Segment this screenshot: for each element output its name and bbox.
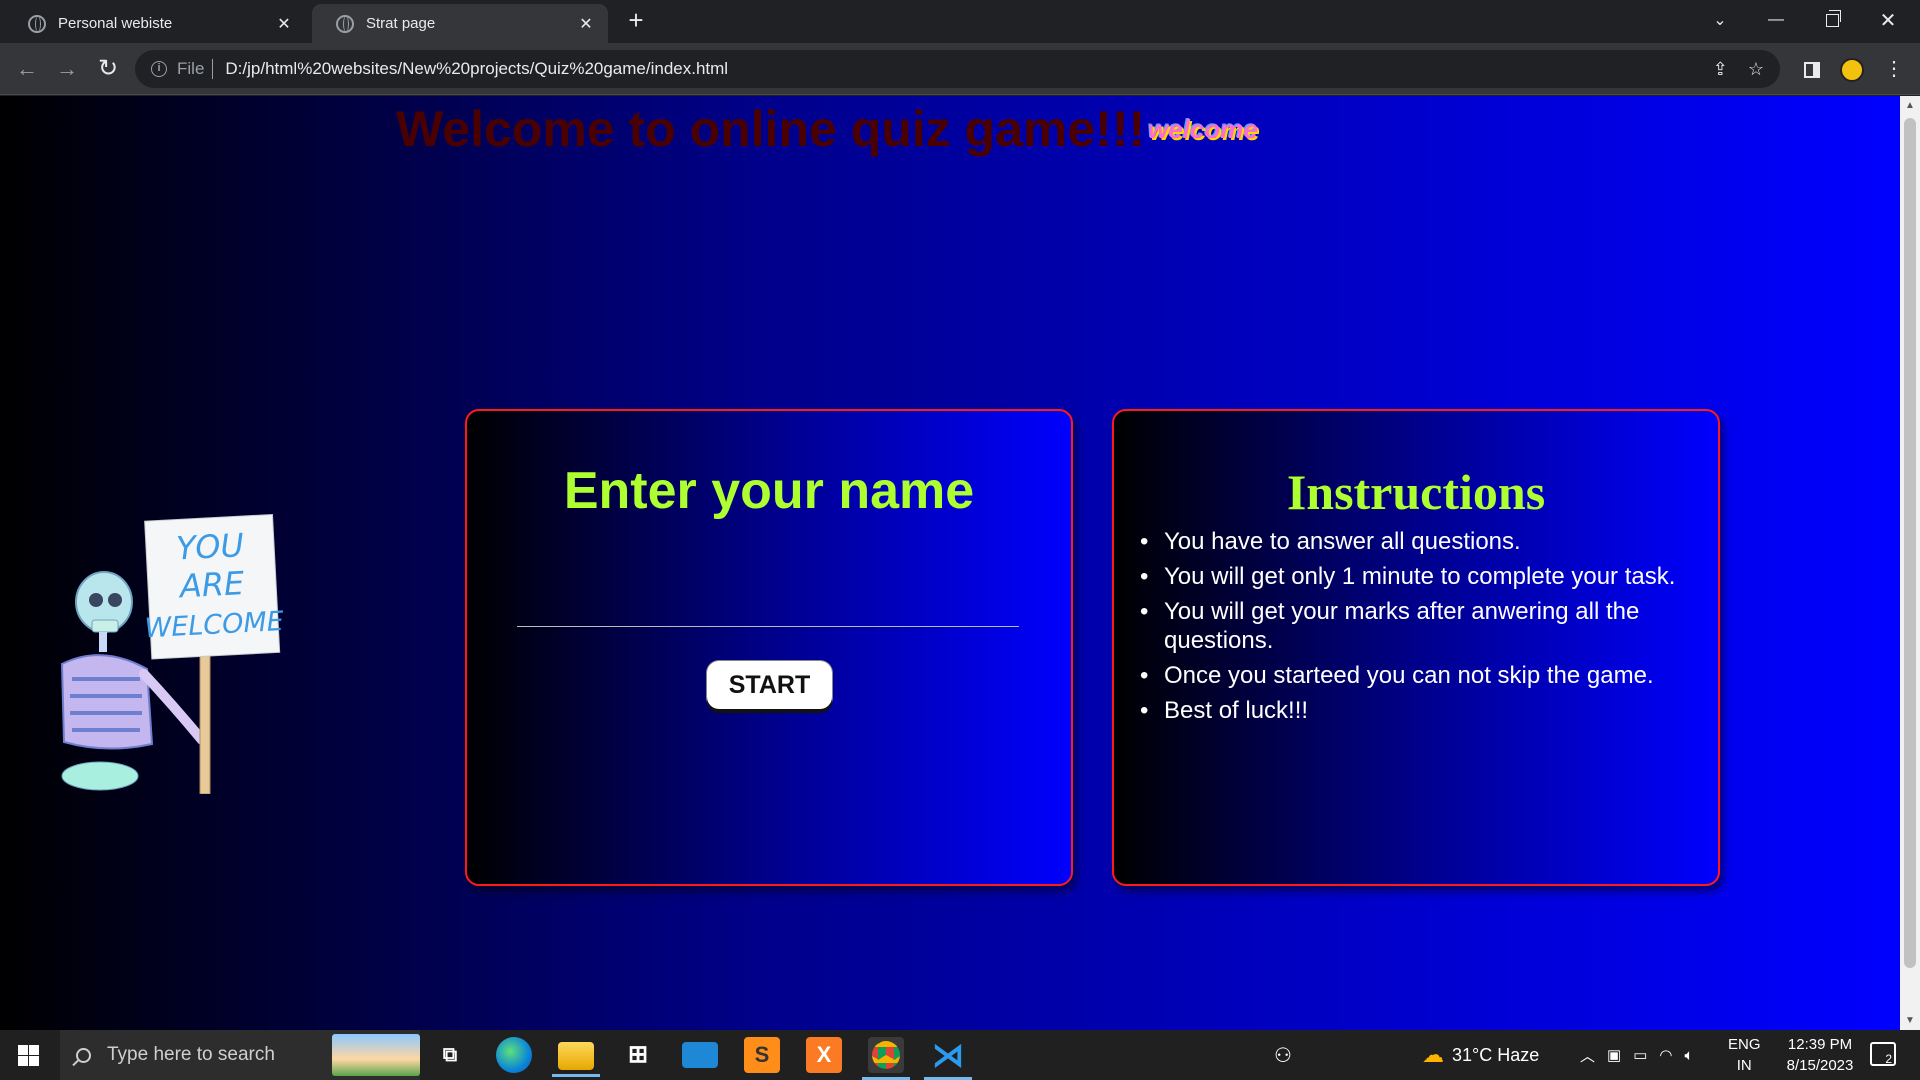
- windows-start-icon[interactable]: [18, 1045, 39, 1066]
- profile-avatar[interactable]: [1836, 53, 1868, 85]
- sublime-text-icon[interactable]: S: [744, 1037, 780, 1073]
- new-tab-button[interactable]: +: [622, 6, 650, 34]
- system-tray-icons: ︿ ▣ ▭ ◠ 🔈︎: [1580, 1030, 1694, 1080]
- name-input[interactable]: [517, 597, 1019, 627]
- battery-icon[interactable]: ▭: [1633, 1046, 1647, 1064]
- sign-line-1: YOU: [175, 526, 244, 567]
- search-placeholder: Type here to search: [107, 1044, 275, 1065]
- start-button[interactable]: START: [707, 661, 832, 709]
- tab-title: Personal webiste: [58, 15, 173, 32]
- file-explorer-icon[interactable]: [552, 1042, 600, 1077]
- name-entry-card: Enter your name START: [465, 409, 1073, 886]
- instruction-item: You will get only 1 minute to complete y…: [1140, 562, 1684, 591]
- vs-code-icon[interactable]: ⋊: [924, 1037, 972, 1080]
- forward-arrow-icon[interactable]: →: [51, 53, 83, 85]
- restore-button[interactable]: [1804, 0, 1860, 40]
- tab-title: Strat page: [366, 15, 436, 32]
- chrome-icon[interactable]: [862, 1037, 910, 1080]
- search-highlight-image: [332, 1034, 420, 1076]
- address-bar[interactable]: i File D:/jp/html%20websites/New%20proje…: [135, 50, 1780, 88]
- address-separator: [212, 59, 214, 79]
- browser-menu-icon[interactable]: ⋮: [1878, 53, 1910, 85]
- scroll-up-arrow-icon[interactable]: ▲: [1900, 100, 1920, 111]
- side-panel-icon: [1804, 61, 1820, 78]
- info-icon[interactable]: i: [151, 61, 167, 77]
- close-tab-icon[interactable]: ✕: [576, 14, 596, 34]
- page-scrollbar[interactable]: ▲ ▼: [1900, 96, 1920, 1030]
- xampp-icon[interactable]: X: [806, 1037, 842, 1073]
- sign-board: YOU ARE WELCOME: [144, 513, 285, 660]
- scheme-label: File: [177, 59, 205, 78]
- url-text[interactable]: D:/jp/html%20websites/New%20projects/Qui…: [225, 59, 728, 79]
- page-viewport: Welcome to online quiz game!!! welcome Y…: [0, 96, 1900, 1030]
- instruction-item: Best of luck!!!: [1140, 696, 1684, 725]
- tab-strat-page[interactable]: Strat page ✕: [312, 4, 608, 43]
- globe-icon: [28, 14, 46, 33]
- globe-icon: [336, 14, 354, 33]
- edge-icon[interactable]: [496, 1037, 532, 1073]
- language-code: ENG: [1728, 1036, 1761, 1053]
- browser-toolbar: ← → ↻ i File D:/jp/html%20websites/New%2…: [0, 43, 1920, 95]
- wifi-icon[interactable]: ◠: [1659, 1046, 1672, 1064]
- scrollbar-thumb[interactable]: [1904, 118, 1916, 968]
- omnibox-actions: ⇪ ☆: [1713, 59, 1764, 80]
- close-tab-icon[interactable]: ✕: [274, 14, 294, 34]
- weather-text: 31°C Haze: [1452, 1044, 1540, 1065]
- notification-center-icon[interactable]: 2: [1870, 1042, 1896, 1066]
- people-icon[interactable]: ⚇: [1274, 1030, 1292, 1080]
- tab-personal-website[interactable]: Personal webiste ✕: [4, 4, 306, 43]
- restore-icon: [1825, 9, 1841, 27]
- windows-taskbar: Type here to search ⧉ ⊞ S X ⋊ ⚇ ☁ 31°C H…: [0, 1030, 1920, 1080]
- name-card-title: Enter your name: [563, 462, 975, 520]
- bookmark-star-icon[interactable]: ☆: [1748, 59, 1764, 80]
- clock-time: 12:39 PM: [1787, 1036, 1853, 1053]
- instruction-item: You have to answer all questions.: [1140, 527, 1684, 556]
- reload-icon[interactable]: ↻: [92, 53, 124, 85]
- welcome-animation: welcome: [1148, 114, 1258, 144]
- back-arrow-icon[interactable]: ←: [11, 53, 43, 85]
- instruction-item: Once you starteed you can not skip the g…: [1140, 661, 1684, 690]
- share-icon[interactable]: ⇪: [1713, 59, 1728, 80]
- instructions-title: Instructions: [1286, 464, 1546, 520]
- tab-search-chevron-icon[interactable]: ⌄: [1692, 0, 1748, 40]
- instructions-card: Instructions You have to answer all ques…: [1112, 409, 1720, 886]
- network-drive-icon[interactable]: ▣: [1607, 1046, 1621, 1064]
- weather-haze-icon: ☁: [1422, 1042, 1444, 1067]
- page-title: Welcome to online quiz game!!!: [396, 101, 1146, 157]
- avatar-icon: [1840, 57, 1864, 82]
- weather-widget[interactable]: ☁ 31°C Haze: [1422, 1030, 1539, 1080]
- search-icon: [76, 1047, 91, 1063]
- taskbar-clock[interactable]: 12:39 PM 8/15/2023: [1770, 1034, 1870, 1076]
- scroll-down-arrow-icon[interactable]: ▼: [1900, 1015, 1920, 1026]
- sign-line-2: ARE: [177, 564, 246, 605]
- taskbar-search-box[interactable]: Type here to search: [60, 1030, 420, 1080]
- task-view-icon[interactable]: ⧉: [432, 1037, 468, 1073]
- microsoft-store-icon[interactable]: ⊞: [620, 1037, 656, 1073]
- mail-icon[interactable]: [682, 1042, 718, 1068]
- minimize-button[interactable]: —: [1748, 0, 1804, 40]
- sign-pole: [199, 643, 211, 794]
- browser-tabstrip: Personal webiste ✕ Strat page ✕ + ⌄ — ✕: [0, 0, 1920, 43]
- close-window-button[interactable]: ✕: [1860, 0, 1916, 40]
- clock-date: 8/15/2023: [1786, 1057, 1854, 1074]
- side-panel-button[interactable]: [1796, 53, 1828, 85]
- volume-icon[interactable]: 🔈︎: [1684, 1047, 1693, 1064]
- region-code: IN: [1736, 1057, 1752, 1074]
- language-indicator[interactable]: ENG IN: [1728, 1034, 1761, 1076]
- instructions-list: You have to answer all questions. You wi…: [1140, 527, 1684, 731]
- skeleton-welcome-illustration: YOU ARE WELCOME: [60, 513, 285, 794]
- tray-overflow-chevron-icon[interactable]: ︿: [1580, 1045, 1595, 1066]
- instruction-item: You will get your marks after anwering a…: [1140, 597, 1684, 655]
